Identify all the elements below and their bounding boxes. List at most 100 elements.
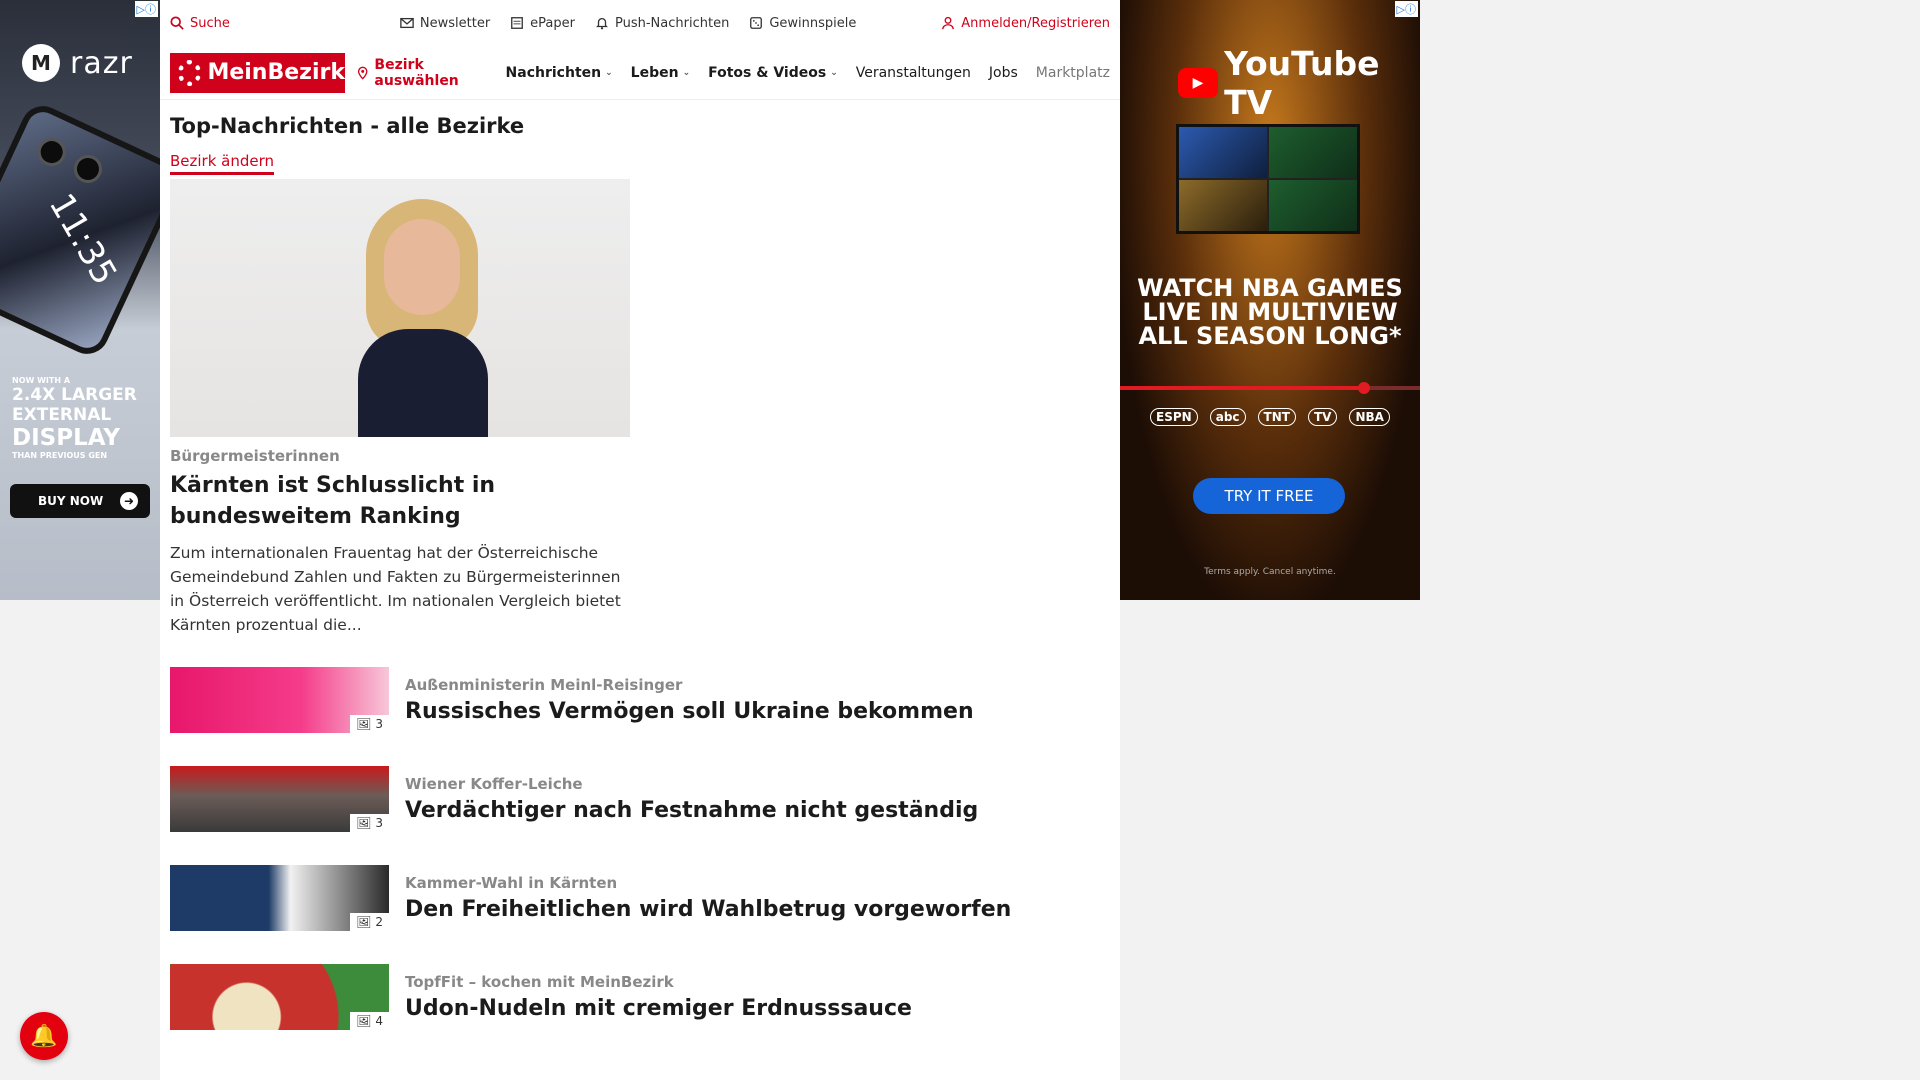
article-thumbnail[interactable]: 🖼 3 bbox=[170, 766, 389, 832]
gallery-count-value: 3 bbox=[375, 816, 383, 830]
gallery-count: 🖼 4 bbox=[350, 1012, 389, 1030]
select-district-label: Bezirk auswählen bbox=[374, 56, 459, 89]
article-thumbnail[interactable]: 🖼 2 bbox=[170, 865, 389, 931]
list-item[interactable]: 🖼 4 TopfFit – kochen mit MeinBezirk Udon-… bbox=[170, 964, 1110, 1030]
tv-tile bbox=[1269, 180, 1357, 231]
tagline-small: NOW WITH A bbox=[12, 376, 71, 385]
abc-logo-icon: abc bbox=[1209, 408, 1246, 426]
buy-now-button[interactable]: BUY NOW ➜ bbox=[10, 484, 150, 518]
meinbezirk-logo[interactable]: MeinBezirk bbox=[170, 52, 345, 93]
article-kicker: Wiener Koffer-Leiche bbox=[405, 775, 583, 793]
youtube-tv-label: YouTube TV bbox=[1224, 44, 1380, 122]
nav-item-fotos-videos[interactable]: Fotos & Videos ⌄ bbox=[708, 65, 838, 81]
nav-label: Fotos & Videos bbox=[708, 64, 827, 81]
page-title: Top-Nachrichten - alle Bezirke bbox=[170, 114, 525, 138]
main-navigation: MeinBezirk Bezirk auswählen Nachrichten ⌄… bbox=[160, 46, 1120, 100]
article-text: Außenministerin Meinl-Reisinger Russisch… bbox=[405, 676, 974, 724]
tagline-line3: DISPLAY bbox=[12, 425, 120, 451]
network-logos: ESPN abc TNT TV NBA bbox=[1120, 408, 1420, 426]
article-title[interactable]: Den Freiheitlichen wird Wahlbetrug vorge… bbox=[405, 897, 1011, 922]
article-title[interactable]: Russisches Vermögen soll Ukraine bekomme… bbox=[405, 699, 974, 724]
chevron-down-icon: ⌄ bbox=[830, 67, 838, 78]
multiview-tv-image bbox=[1176, 124, 1360, 234]
gallery-icon: 🖼 bbox=[356, 1014, 372, 1028]
gallery-icon: 🖼 bbox=[356, 915, 372, 929]
left-ad-banner[interactable]: ▷ⓘ M razr 11:35 NOW WITH A 2.4X LARGER E… bbox=[0, 0, 160, 600]
buy-now-label: BUY NOW bbox=[38, 494, 104, 508]
bell-icon: 🔔 bbox=[30, 1023, 58, 1049]
try-it-free-button[interactable]: TRY IT FREE bbox=[1193, 478, 1345, 514]
progress-dot bbox=[1358, 382, 1370, 394]
article-kicker: Außenministerin Meinl-Reisinger bbox=[405, 676, 683, 694]
nav-item-leben[interactable]: Leben ⌄ bbox=[631, 65, 690, 81]
push-label: Push-Nachrichten bbox=[615, 15, 730, 31]
login-link[interactable]: Anmelden/Registrieren bbox=[941, 16, 1110, 31]
hero-article[interactable]: Bürgermeisterinnen Kärnten ist Schlussli… bbox=[170, 179, 630, 637]
photo-shape bbox=[358, 329, 488, 437]
main-column: Suche Newsletter ePaper Push-Nachrichten… bbox=[160, 0, 1120, 1080]
newsletter-link[interactable]: Newsletter bbox=[400, 16, 490, 31]
top-utility-bar: Suche Newsletter ePaper Push-Nachrichten… bbox=[160, 0, 1120, 46]
gallery-icon: 🖼 bbox=[356, 816, 372, 830]
play-icon: ▶ bbox=[1178, 68, 1219, 98]
nav-item-jobs[interactable]: Jobs bbox=[989, 65, 1018, 81]
list-item[interactable]: 🖼 2 Kammer-Wahl in Kärnten Den Freiheitli… bbox=[170, 865, 1110, 931]
ad-brand-name: razr bbox=[70, 45, 133, 81]
list-item[interactable]: 🖼 3 Außenministerin Meinl-Reisinger Russi… bbox=[170, 667, 1110, 733]
gallery-count-value: 3 bbox=[375, 717, 383, 731]
change-district-link[interactable]: Bezirk ändern bbox=[170, 152, 275, 175]
gallery-count-value: 4 bbox=[375, 1014, 383, 1028]
push-notifications-link[interactable]: Push-Nachrichten bbox=[595, 16, 729, 31]
youtube-tv-logo: ▶ YouTube TV bbox=[1178, 44, 1420, 122]
gewinnspiele-link[interactable]: Gewinnspiele bbox=[749, 16, 856, 31]
hero-title[interactable]: Kärnten ist Schlusslicht in bundesweitem… bbox=[170, 470, 630, 532]
phone-image: 11:35 bbox=[0, 98, 160, 362]
location-pin-icon bbox=[357, 66, 368, 80]
hero-kicker: Bürgermeisterinnen bbox=[170, 447, 340, 465]
list-item[interactable]: 🖼 3 Wiener Koffer-Leiche Verdächtiger nac… bbox=[170, 766, 1110, 832]
tnt-logo-icon: TNT bbox=[1257, 408, 1296, 426]
ad-tagline: NOW WITH A 2.4X LARGER EXTERNAL DISPLAY … bbox=[12, 376, 137, 460]
article-title[interactable]: Verdächtiger nach Festnahme nicht gestän… bbox=[405, 798, 978, 823]
tv-tile bbox=[1269, 127, 1357, 178]
nav-items: Nachrichten ⌄ Leben ⌄ Fotos & Videos ⌄ Vera… bbox=[506, 65, 1110, 81]
hero-image[interactable] bbox=[170, 179, 630, 437]
content-area: Top-Nachrichten - alle Bezirke Bezirk än… bbox=[160, 100, 1120, 1030]
ad-headline: WATCH NBA GAMES LIVE IN MULTIVIEW ALL SE… bbox=[1137, 274, 1403, 350]
ad-terms: Terms apply. Cancel anytime. bbox=[1204, 567, 1336, 577]
chevron-down-icon: ⌄ bbox=[682, 67, 691, 78]
nav-item-marktplatz[interactable]: Marktplatz bbox=[1036, 65, 1110, 81]
nav-item-veranstaltungen[interactable]: Veranstaltungen bbox=[856, 65, 971, 81]
photo-shape bbox=[384, 219, 460, 315]
epaper-link[interactable]: ePaper bbox=[510, 16, 575, 31]
logo-gear-icon bbox=[178, 59, 202, 86]
logo-text: MeinBezirk bbox=[207, 60, 345, 85]
utility-links: Newsletter ePaper Push-Nachrichten Gewin… bbox=[400, 16, 856, 31]
nav-label: Jobs bbox=[988, 64, 1018, 81]
right-ad-banner[interactable]: ▷ⓘ ▶ YouTube TV WATCH NBA GAMES LIVE IN … bbox=[1120, 0, 1420, 600]
gallery-icon: 🖼 bbox=[356, 717, 372, 731]
ad-brand: M razr bbox=[22, 44, 133, 82]
hero-teaser: Zum internationalen Frauentag hat der Ös… bbox=[170, 544, 621, 634]
nba-tv-logo-icon: TV bbox=[1307, 408, 1338, 426]
gewinnspiele-label: Gewinnspiele bbox=[769, 15, 857, 31]
motorola-logo-icon: M bbox=[22, 44, 60, 82]
ad-choices-icon[interactable]: ▷ⓘ bbox=[1394, 1, 1418, 17]
chevron-down-icon: ⌄ bbox=[605, 67, 613, 78]
article-thumbnail[interactable]: 🖼 4 bbox=[170, 964, 389, 1030]
gallery-count: 🖼 3 bbox=[350, 814, 389, 832]
nav-label: Nachrichten bbox=[505, 64, 602, 81]
article-title[interactable]: Udon-Nudeln mit cremiger Erdnusssauce bbox=[405, 996, 912, 1021]
login-label: Anmelden/Registrieren bbox=[961, 15, 1110, 31]
progress-fill bbox=[1120, 386, 1362, 390]
article-kicker: Kammer-Wahl in Kärnten bbox=[405, 874, 618, 892]
article-thumbnail[interactable]: 🖼 3 bbox=[170, 667, 389, 733]
nba-league-pass-logo-icon: NBA bbox=[1349, 408, 1390, 426]
select-district-button[interactable]: Bezirk auswählen bbox=[357, 57, 488, 89]
phone-time: 11:35 bbox=[40, 186, 125, 292]
notification-bell-button[interactable]: 🔔 bbox=[20, 1012, 68, 1060]
ad-choices-icon[interactable]: ▷ⓘ bbox=[134, 1, 158, 17]
search-icon bbox=[170, 16, 184, 30]
search-link[interactable]: Suche bbox=[170, 16, 230, 31]
nav-item-nachrichten[interactable]: Nachrichten ⌄ bbox=[506, 65, 613, 81]
